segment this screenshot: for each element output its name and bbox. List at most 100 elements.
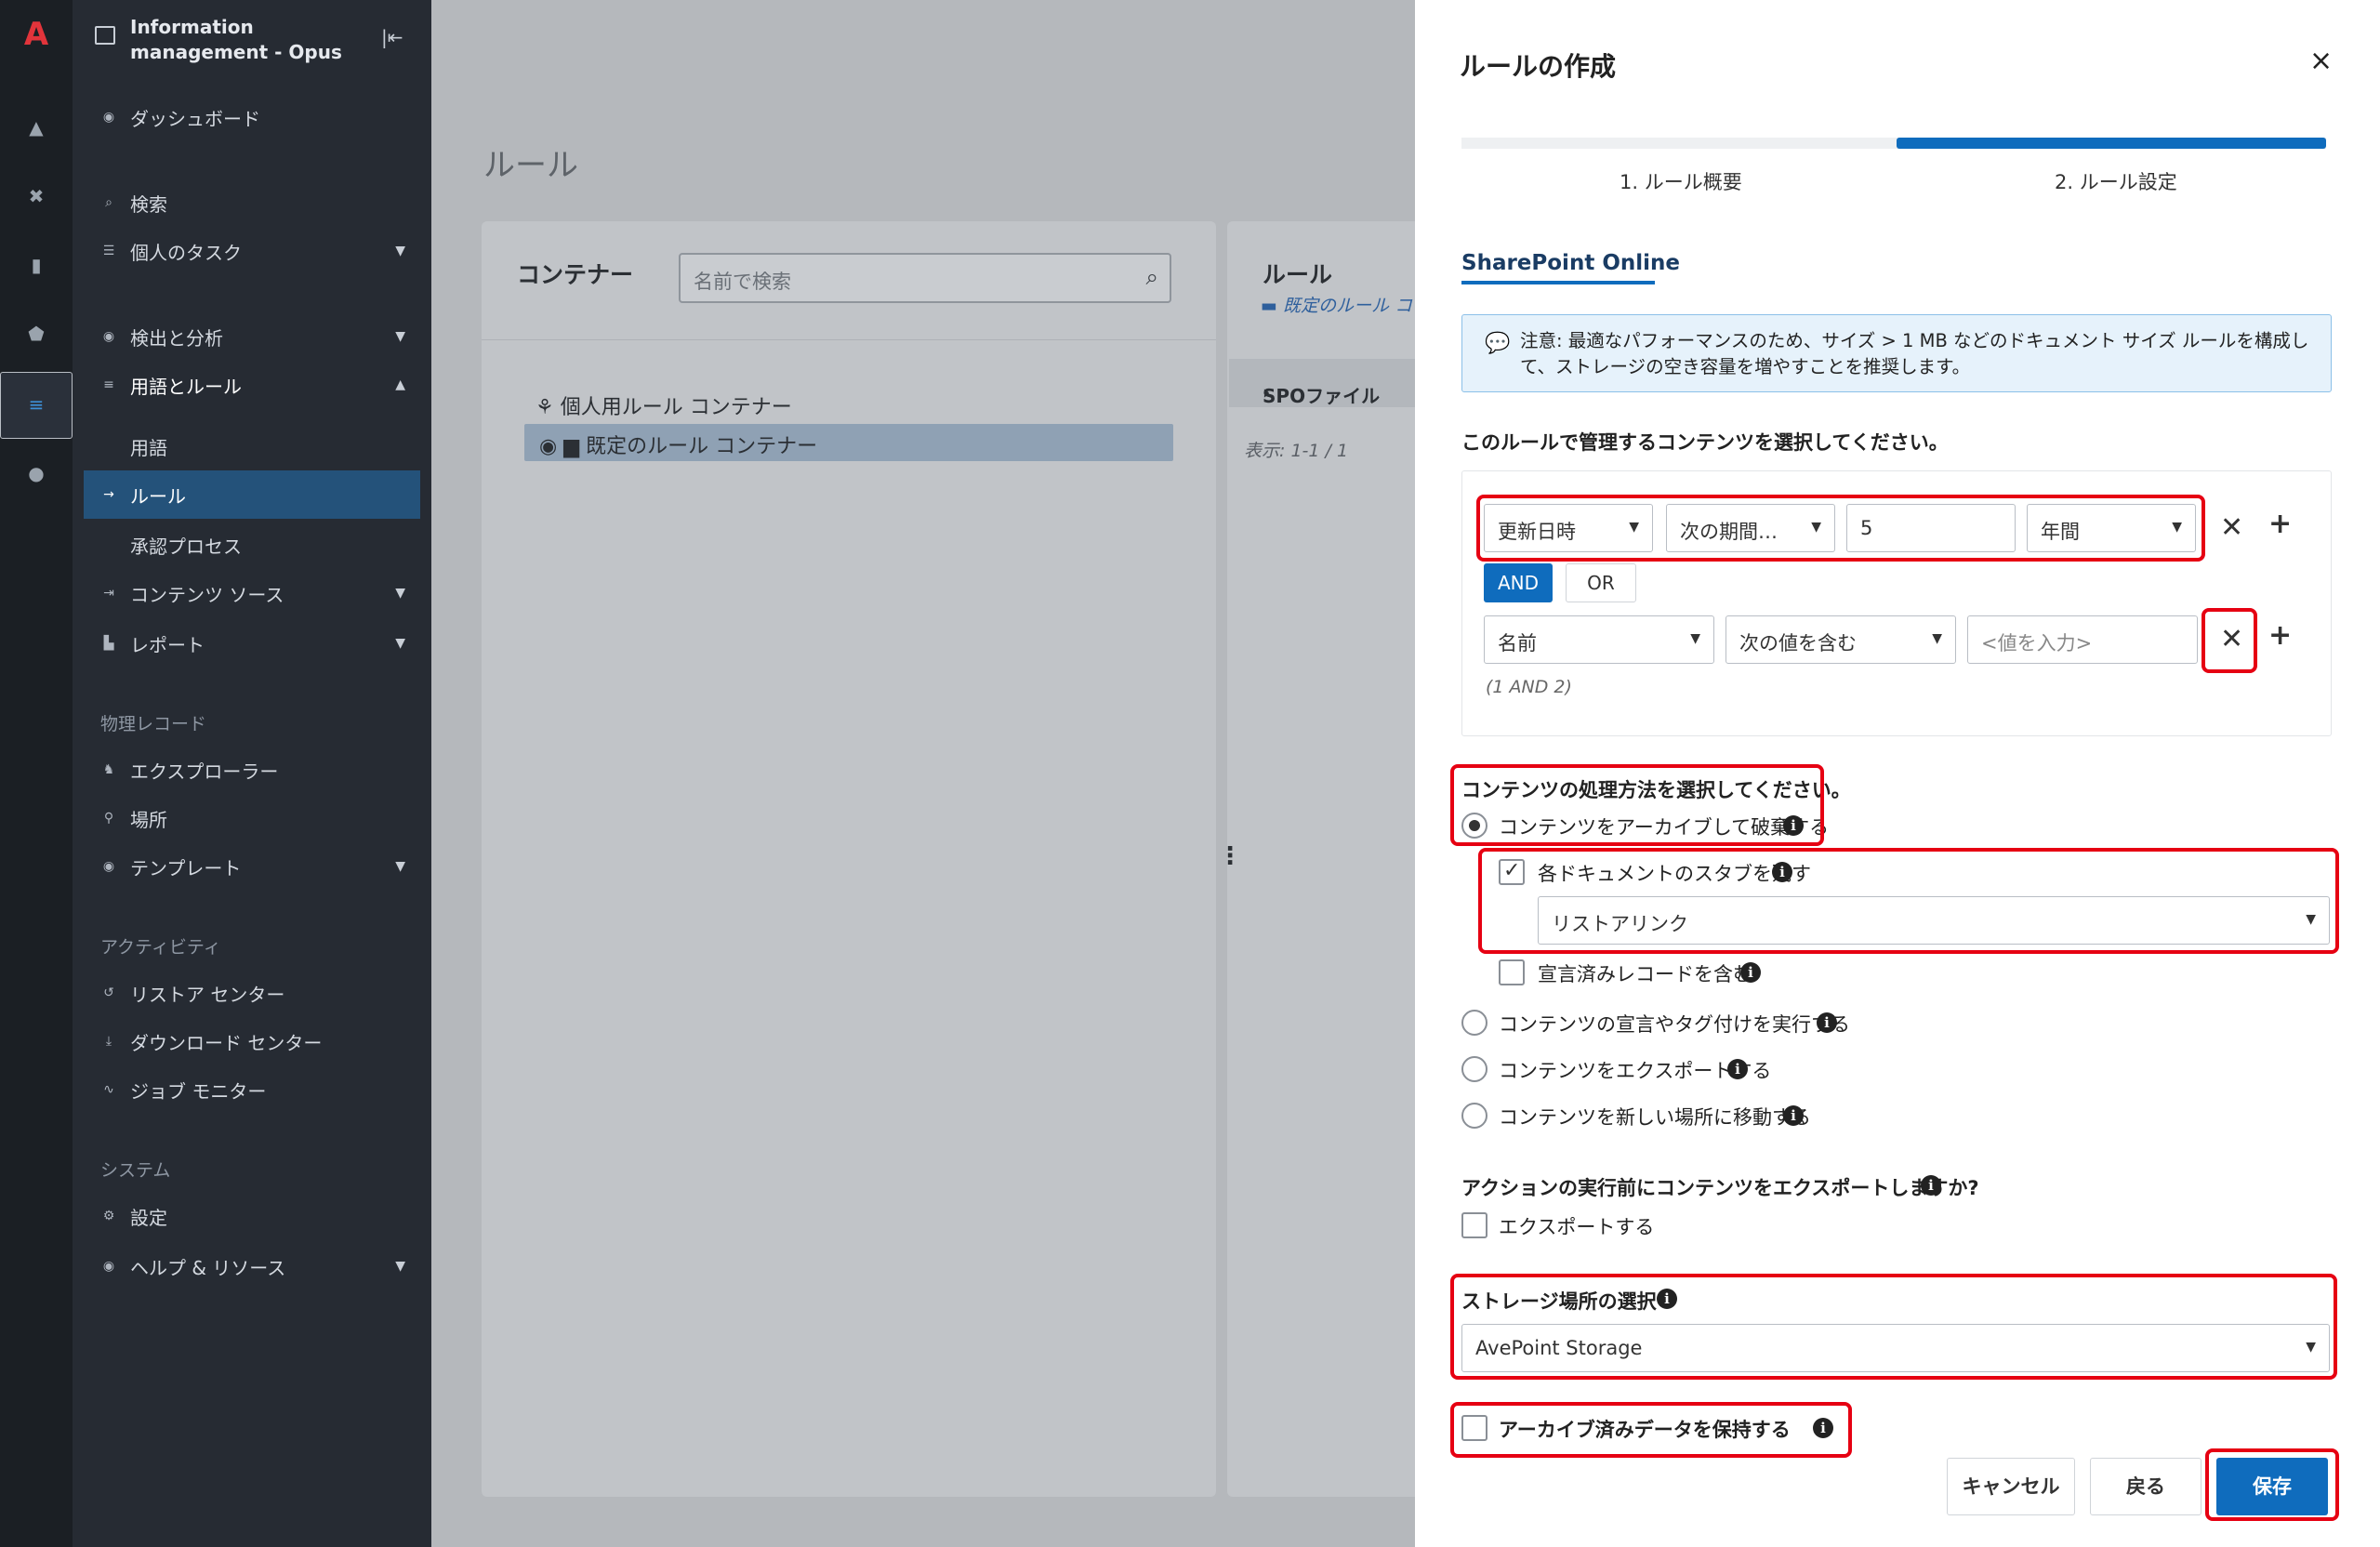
sidebar-item-detect[interactable]: ◉ 検出と分析 ▼ — [73, 312, 431, 361]
spo-row-label: SPOファイル — [1263, 385, 1381, 407]
highlight-keep-archived — [1450, 1402, 1852, 1458]
sidebar-item-settings[interactable]: ⚙ 設定 — [73, 1192, 431, 1240]
more-options-icon[interactable]: ⋮ — [1218, 842, 1242, 870]
checkbox-export[interactable] — [1461, 1212, 1488, 1238]
sidebar-item-location[interactable]: ⚲ 場所 — [73, 794, 431, 842]
document-icon[interactable]: ▮ — [22, 251, 50, 279]
nav-items: ◉ ダッシュボード ⌕ 検索 ☰ 個人のタスク ▼ ◉ 検出と分析 ▼ ≡ 用語とルール ▲ 用… — [73, 0, 431, 1547]
container-title: コンテナー — [517, 261, 634, 288]
rule-panel — [1227, 221, 1415, 1497]
nav-label: ダウンロード センター — [130, 1031, 323, 1054]
nav-label: 用語 — [130, 436, 167, 459]
info-icon[interactable]: i — [1727, 1059, 1748, 1079]
database-icon[interactable]: ≡ — [22, 390, 50, 418]
or-button[interactable]: OR — [1566, 563, 1636, 602]
highlight-remove-cond2 — [2202, 608, 2257, 673]
tree-label: 既定のルール コンテナー — [586, 435, 818, 458]
chevron-down-icon: ▼ — [395, 244, 405, 258]
caret-down-icon: ▼ — [1690, 631, 1700, 646]
info-icon[interactable]: i — [1740, 962, 1761, 983]
comment-icon: 💬 — [1485, 332, 1511, 355]
nav-label: 承認プロセス — [130, 535, 242, 558]
sidebar-item-explorer[interactable]: ♞ エクスプローラー — [73, 746, 431, 794]
radio-icon: ◉ — [539, 435, 564, 458]
and-button[interactable]: AND — [1484, 563, 1553, 602]
tab-sharepoint-online[interactable]: SharePoint Online — [1461, 251, 1680, 275]
gear-icon: ⚙ — [102, 1209, 115, 1223]
shield-icon[interactable]: ⬟ — [22, 320, 50, 348]
radio-move[interactable] — [1461, 1103, 1488, 1129]
nav-label: 用語とルール — [130, 375, 242, 398]
help-icon: ◉ — [102, 1259, 115, 1274]
sidebar-item-terms-rules[interactable]: ≡ 用語とルール ▲ — [73, 361, 431, 409]
source-icon: ⇥ — [103, 586, 114, 601]
section-physical-records: 物理レコード — [100, 714, 207, 734]
sidebar-item-help[interactable]: ◉ ヘルプ & リソース ▼ — [73, 1242, 431, 1290]
nav-label: 検出と分析 — [130, 326, 223, 350]
search-placeholder: 名前で検索 — [694, 271, 791, 293]
radio-declare[interactable] — [1461, 1010, 1488, 1036]
section-system: システム — [100, 1160, 171, 1181]
display-count: 表示: 1-1 / 1 — [1244, 441, 1349, 461]
highlight-stub — [1478, 848, 2339, 954]
move-label: コンテンツを新しい場所に移動する — [1499, 1106, 1811, 1129]
sidebar-item-content-source[interactable]: ⇥ コンテンツ ソース ▼ — [73, 569, 431, 617]
restore-icon: ↺ — [103, 985, 114, 1000]
container-search-input[interactable]: 名前で検索 ⌕ — [679, 253, 1171, 303]
tree-item-default-container[interactable]: ◉ ▆ 既定のルール コンテナー — [539, 430, 817, 459]
info-icon[interactable]: i — [1921, 1175, 1941, 1196]
sidebar-item-report[interactable]: ▙ レポート ▼ — [73, 619, 431, 668]
page-title: ルール — [483, 147, 578, 184]
sidebar-item-dashboard[interactable]: ◉ ダッシュボード — [73, 93, 431, 141]
app-logo-icon[interactable]: A — [22, 16, 50, 53]
sidebar-item-download-center[interactable]: ⤓ ダウンロード センター — [73, 1017, 431, 1065]
cancel-button[interactable]: キャンセル — [1947, 1458, 2075, 1515]
sidebar-item-tasks[interactable]: ☰ 個人のタスク ▼ — [73, 227, 431, 275]
caret-down-icon: ▼ — [1932, 631, 1942, 646]
dashboard-icon: ◉ — [102, 110, 115, 125]
add-condition-2-icon[interactable]: + — [2268, 619, 2292, 652]
list-icon: ☰ — [102, 244, 115, 258]
sidebar-item-terms[interactable]: 用語 — [73, 422, 431, 470]
remove-condition-1-icon[interactable]: ✕ — [2220, 511, 2243, 544]
tools-icon[interactable]: ✖ — [22, 182, 50, 210]
info-icon[interactable]: i — [1783, 1105, 1804, 1126]
nav-label: レポート — [130, 633, 205, 656]
tree-item-root[interactable]: ⚘ 個人用ルール コンテナー — [536, 390, 792, 420]
step-2-label[interactable]: 2. ルール設定 — [2055, 167, 2177, 195]
explorer-icon: ♞ — [102, 762, 115, 777]
add-condition-1-icon[interactable]: + — [2268, 508, 2292, 540]
cond2-field-select[interactable]: 名前 ▼ — [1484, 615, 1714, 664]
select-value: 次の値を含む — [1739, 632, 1857, 654]
info-icon[interactable]: i — [1817, 1012, 1837, 1033]
highlight-cond1 — [1476, 495, 2205, 562]
chevron-down-icon: ▼ — [395, 636, 405, 651]
arrow-right-icon: → — [103, 487, 114, 502]
rule-sub-label: 既定のルール コンテナー — [1283, 296, 1415, 316]
checkbox-declared[interactable] — [1499, 959, 1525, 985]
search-icon[interactable]: ⌕ — [1146, 264, 1158, 290]
nav-label: ダッシュボード — [130, 107, 260, 130]
sidebar-item-rules[interactable]: → ルール — [84, 470, 420, 519]
nav-label: ジョブ モニター — [130, 1079, 267, 1103]
alert-icon[interactable]: ▲ — [22, 113, 50, 141]
back-button[interactable]: 戻る — [2090, 1458, 2202, 1515]
chat-icon[interactable]: ● — [22, 459, 50, 487]
radio-export[interactable] — [1461, 1056, 1488, 1082]
nav-label: ヘルプ & リソース — [130, 1256, 286, 1279]
sidebar-item-search[interactable]: ⌕ 検索 — [73, 178, 431, 227]
chevron-down-icon: ▼ — [395, 1259, 405, 1274]
icon-rail: A ▲ ✖ ▮ ⬟ ≡ ● — [0, 0, 73, 1547]
sidebar-item-job-monitor[interactable]: ∿ ジョブ モニター — [73, 1065, 431, 1114]
highlight-storage — [1450, 1274, 2337, 1380]
cond2-operator-select[interactable]: 次の値を含む ▼ — [1726, 615, 1956, 664]
spo-file-row[interactable]: › SPOファイル — [1229, 359, 1415, 407]
sidebar-item-template[interactable]: ◉ テンプレート ▼ — [73, 842, 431, 891]
step-1-label[interactable]: 1. ルール概要 — [1620, 167, 1742, 195]
close-icon[interactable]: × — [2309, 45, 2333, 77]
sidebar-item-restore-center[interactable]: ↺ リストア センター — [73, 969, 431, 1017]
sidebar-item-approval[interactable]: 承認プロセス — [73, 521, 431, 569]
cond2-value-input[interactable]: <値を入力> — [1967, 615, 2198, 664]
folder-icon: ▬ — [1261, 296, 1283, 316]
export-check-label: エクスポートする — [1499, 1216, 1655, 1238]
